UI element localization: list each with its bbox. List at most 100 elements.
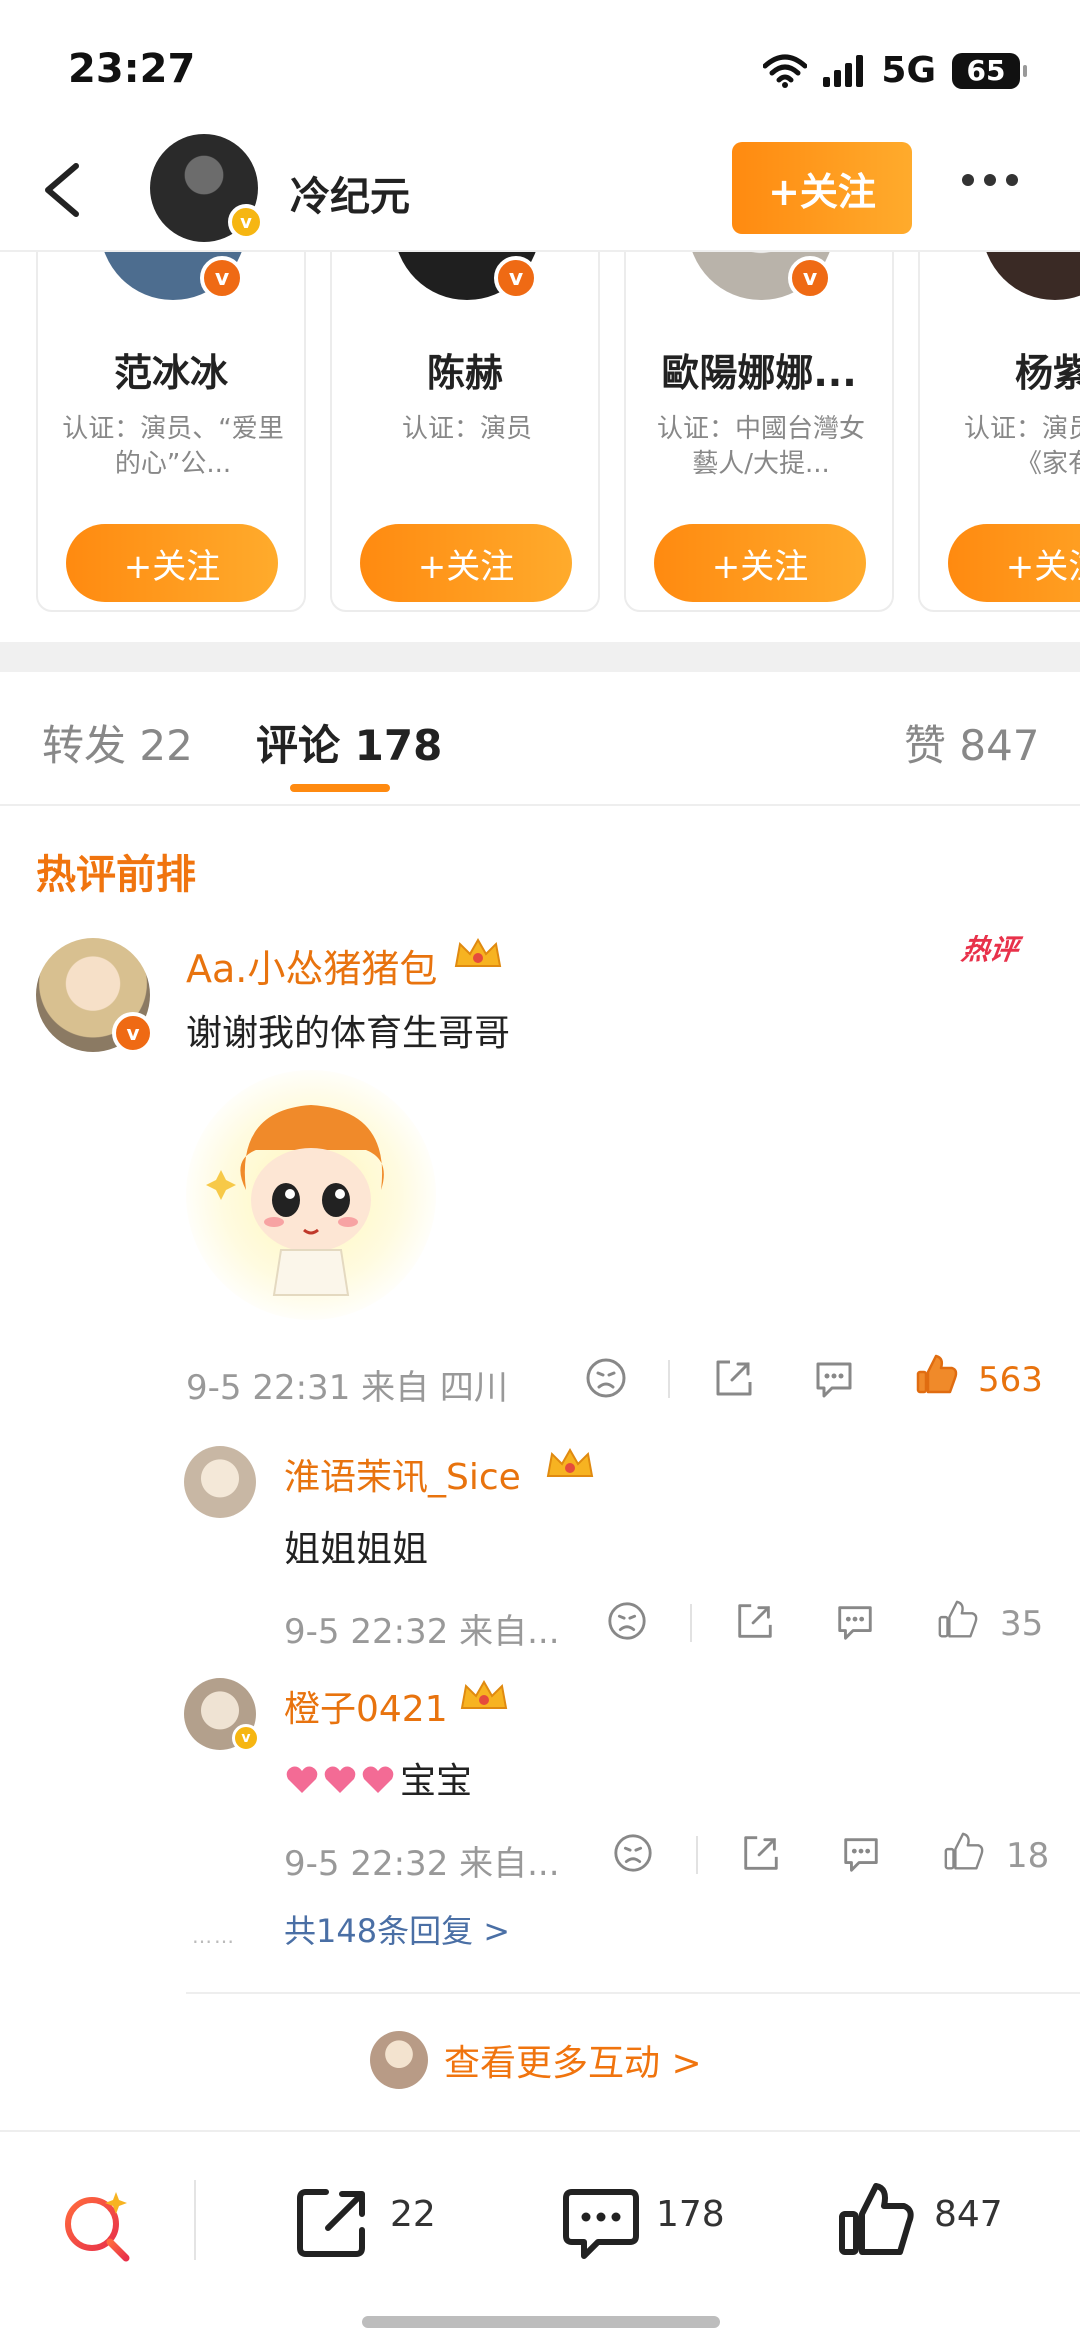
like-icon[interactable] <box>936 1598 980 1642</box>
more-interactions-link[interactable]: 查看更多互动 > <box>370 2030 702 2090</box>
card-follow-button[interactable]: +关注 <box>948 524 1080 602</box>
heart-emoji-icons <box>286 1766 394 1793</box>
card-name: 杨紫 <box>1014 351 1080 395</box>
reply-like-count: 35 <box>1000 1604 1044 1644</box>
interaction-avatar <box>370 2031 428 2089</box>
commenter-name[interactable]: Aa.小怂猪猪包 <box>186 938 437 993</box>
battery-icon: 65 <box>952 52 1027 89</box>
verified-icon: v <box>494 256 538 300</box>
reply-meta: 9-5 22:32 来自... <box>284 1844 560 1884</box>
reply-icon[interactable] <box>812 1356 856 1400</box>
top-nav: v 冷纪元 +关注 <box>0 130 1080 250</box>
status-bar: 23:27 5G 65 <box>0 0 1080 130</box>
crown-badge-icon <box>454 937 502 967</box>
reply-username[interactable]: 淮语茉讯_Sice <box>284 1448 521 1500</box>
author-avatar[interactable]: v <box>150 134 264 242</box>
card-follow-button[interactable]: +关注 <box>654 524 866 602</box>
status-time: 23:27 <box>68 46 196 92</box>
card-desc: 认证：演员 <box>401 414 532 444</box>
follow-button[interactable]: +关注 <box>732 142 912 234</box>
verified-icon: v <box>228 204 264 240</box>
comment-meta: 9-5 22:31 来自 四川 <box>186 1368 508 1408</box>
card-avatar <box>982 252 1080 300</box>
recommend-card[interactable]: v 陈赫 认证：演员 +关注 <box>330 252 600 612</box>
crown-badge-icon <box>460 1679 508 1709</box>
home-indicator <box>362 2316 720 2328</box>
verified-icon: v <box>232 1724 260 1752</box>
recommend-card[interactable]: v 范冰冰 认证：演员、“爱里的心”公... +关注 <box>36 252 306 612</box>
hot-comments-title: 热评前排 <box>36 852 196 898</box>
verified-icon: v <box>112 1012 154 1054</box>
comment-icon[interactable] <box>562 2186 640 2262</box>
reply-icon[interactable] <box>840 1832 882 1874</box>
verified-icon: v <box>788 256 832 300</box>
card-name: 范冰冰 <box>113 351 228 395</box>
card-name: 歐陽娜娜... <box>661 351 857 395</box>
card-avatar: v <box>100 252 246 300</box>
reply-meta: 9-5 22:32 来自... <box>284 1612 560 1652</box>
tab-comment[interactable]: 评论 178 <box>256 712 442 773</box>
replies-dots: …… <box>192 1924 236 1948</box>
signal-icon <box>823 54 864 87</box>
comment-count: 178 <box>656 2194 725 2235</box>
like-icon-large[interactable] <box>836 2180 916 2260</box>
action-divider <box>690 1604 692 1642</box>
sticker-image[interactable] <box>186 1070 436 1320</box>
action-divider <box>668 1360 670 1398</box>
card-desc: 认证：演员、“爱里的心”公... <box>62 414 284 479</box>
card-desc: 认证：演员表作《家有 <box>963 414 1080 479</box>
comment-divider <box>186 1992 1080 1994</box>
more-options-icon[interactable] <box>962 174 1018 186</box>
share-icon[interactable] <box>712 1356 756 1400</box>
repost-count: 22 <box>390 2194 436 2235</box>
recommend-card[interactable]: v 歐陽娜娜... 认证：中國台灣女藝人/大提... +关注 <box>624 252 894 612</box>
hot-comment-badge: 热评 <box>959 933 1021 966</box>
card-name: 陈赫 <box>426 351 503 395</box>
search-icon[interactable] <box>60 2186 136 2262</box>
reply-icon[interactable] <box>834 1600 876 1642</box>
action-divider <box>696 1836 698 1874</box>
tab-repost[interactable]: 转发 22 <box>42 712 193 773</box>
share-icon[interactable] <box>734 1600 776 1642</box>
network-type: 5G <box>881 50 936 91</box>
repost-icon[interactable] <box>296 2186 370 2258</box>
reply-avatar[interactable] <box>184 1446 256 1518</box>
like-icon[interactable] <box>942 1830 986 1874</box>
share-icon[interactable] <box>740 1832 782 1874</box>
recommend-cards: v 范冰冰 认证：演员、“爱里的心”公... +关注 v 陈赫 认证：演员 +关… <box>0 252 1080 642</box>
author-name[interactable]: 冷纪元 <box>290 164 410 222</box>
reply-text: 宝宝 <box>400 1761 473 1802</box>
card-follow-button[interactable]: +关注 <box>360 524 572 602</box>
reply-content: 宝宝 <box>284 1752 472 1804</box>
crown-badge-icon <box>546 1447 594 1477</box>
view-all-replies-link[interactable]: 共148条回复 > <box>284 1906 510 1952</box>
card-avatar: v <box>394 252 540 300</box>
commenter-avatar[interactable]: v <box>36 938 154 1054</box>
verified-icon: v <box>200 256 244 300</box>
dislike-icon[interactable] <box>584 1356 628 1400</box>
reply-avatar[interactable]: v <box>184 1678 260 1752</box>
status-right: 5G 65 <box>763 50 1027 91</box>
bottom-divider-line <box>194 2180 196 2260</box>
bottom-action-bar: 22 178 847 <box>0 2150 1080 2290</box>
tab-indicator <box>290 784 390 792</box>
card-follow-button[interactable]: +关注 <box>66 524 278 602</box>
section-gap <box>0 642 1080 672</box>
back-icon[interactable] <box>36 158 96 222</box>
like-count: 563 <box>978 1360 1043 1400</box>
bottom-divider <box>0 2130 1080 2132</box>
more-interactions-label: 查看更多互动 > <box>444 2043 702 2084</box>
card-avatar: v <box>688 252 834 300</box>
reply-text: 姐姐姐姐 <box>284 1529 429 1570</box>
tab-like[interactable]: 赞 847 <box>904 712 1040 773</box>
recommend-card[interactable]: 杨紫 认证：演员表作《家有 +关注 <box>918 252 1080 612</box>
dislike-icon[interactable] <box>612 1832 654 1874</box>
cartoon-girl-sticker <box>206 1105 384 1296</box>
like-icon-active[interactable] <box>914 1352 960 1398</box>
wifi-icon <box>763 54 808 88</box>
dislike-icon[interactable] <box>606 1600 648 1642</box>
like-count-total: 847 <box>934 2194 1003 2235</box>
reply-username[interactable]: 橙子0421 <box>284 1680 448 1732</box>
tab-bar: 转发 22 评论 178 赞 847 <box>0 672 1080 806</box>
comment-text: 谢谢我的体育生哥哥 <box>186 1013 511 1054</box>
